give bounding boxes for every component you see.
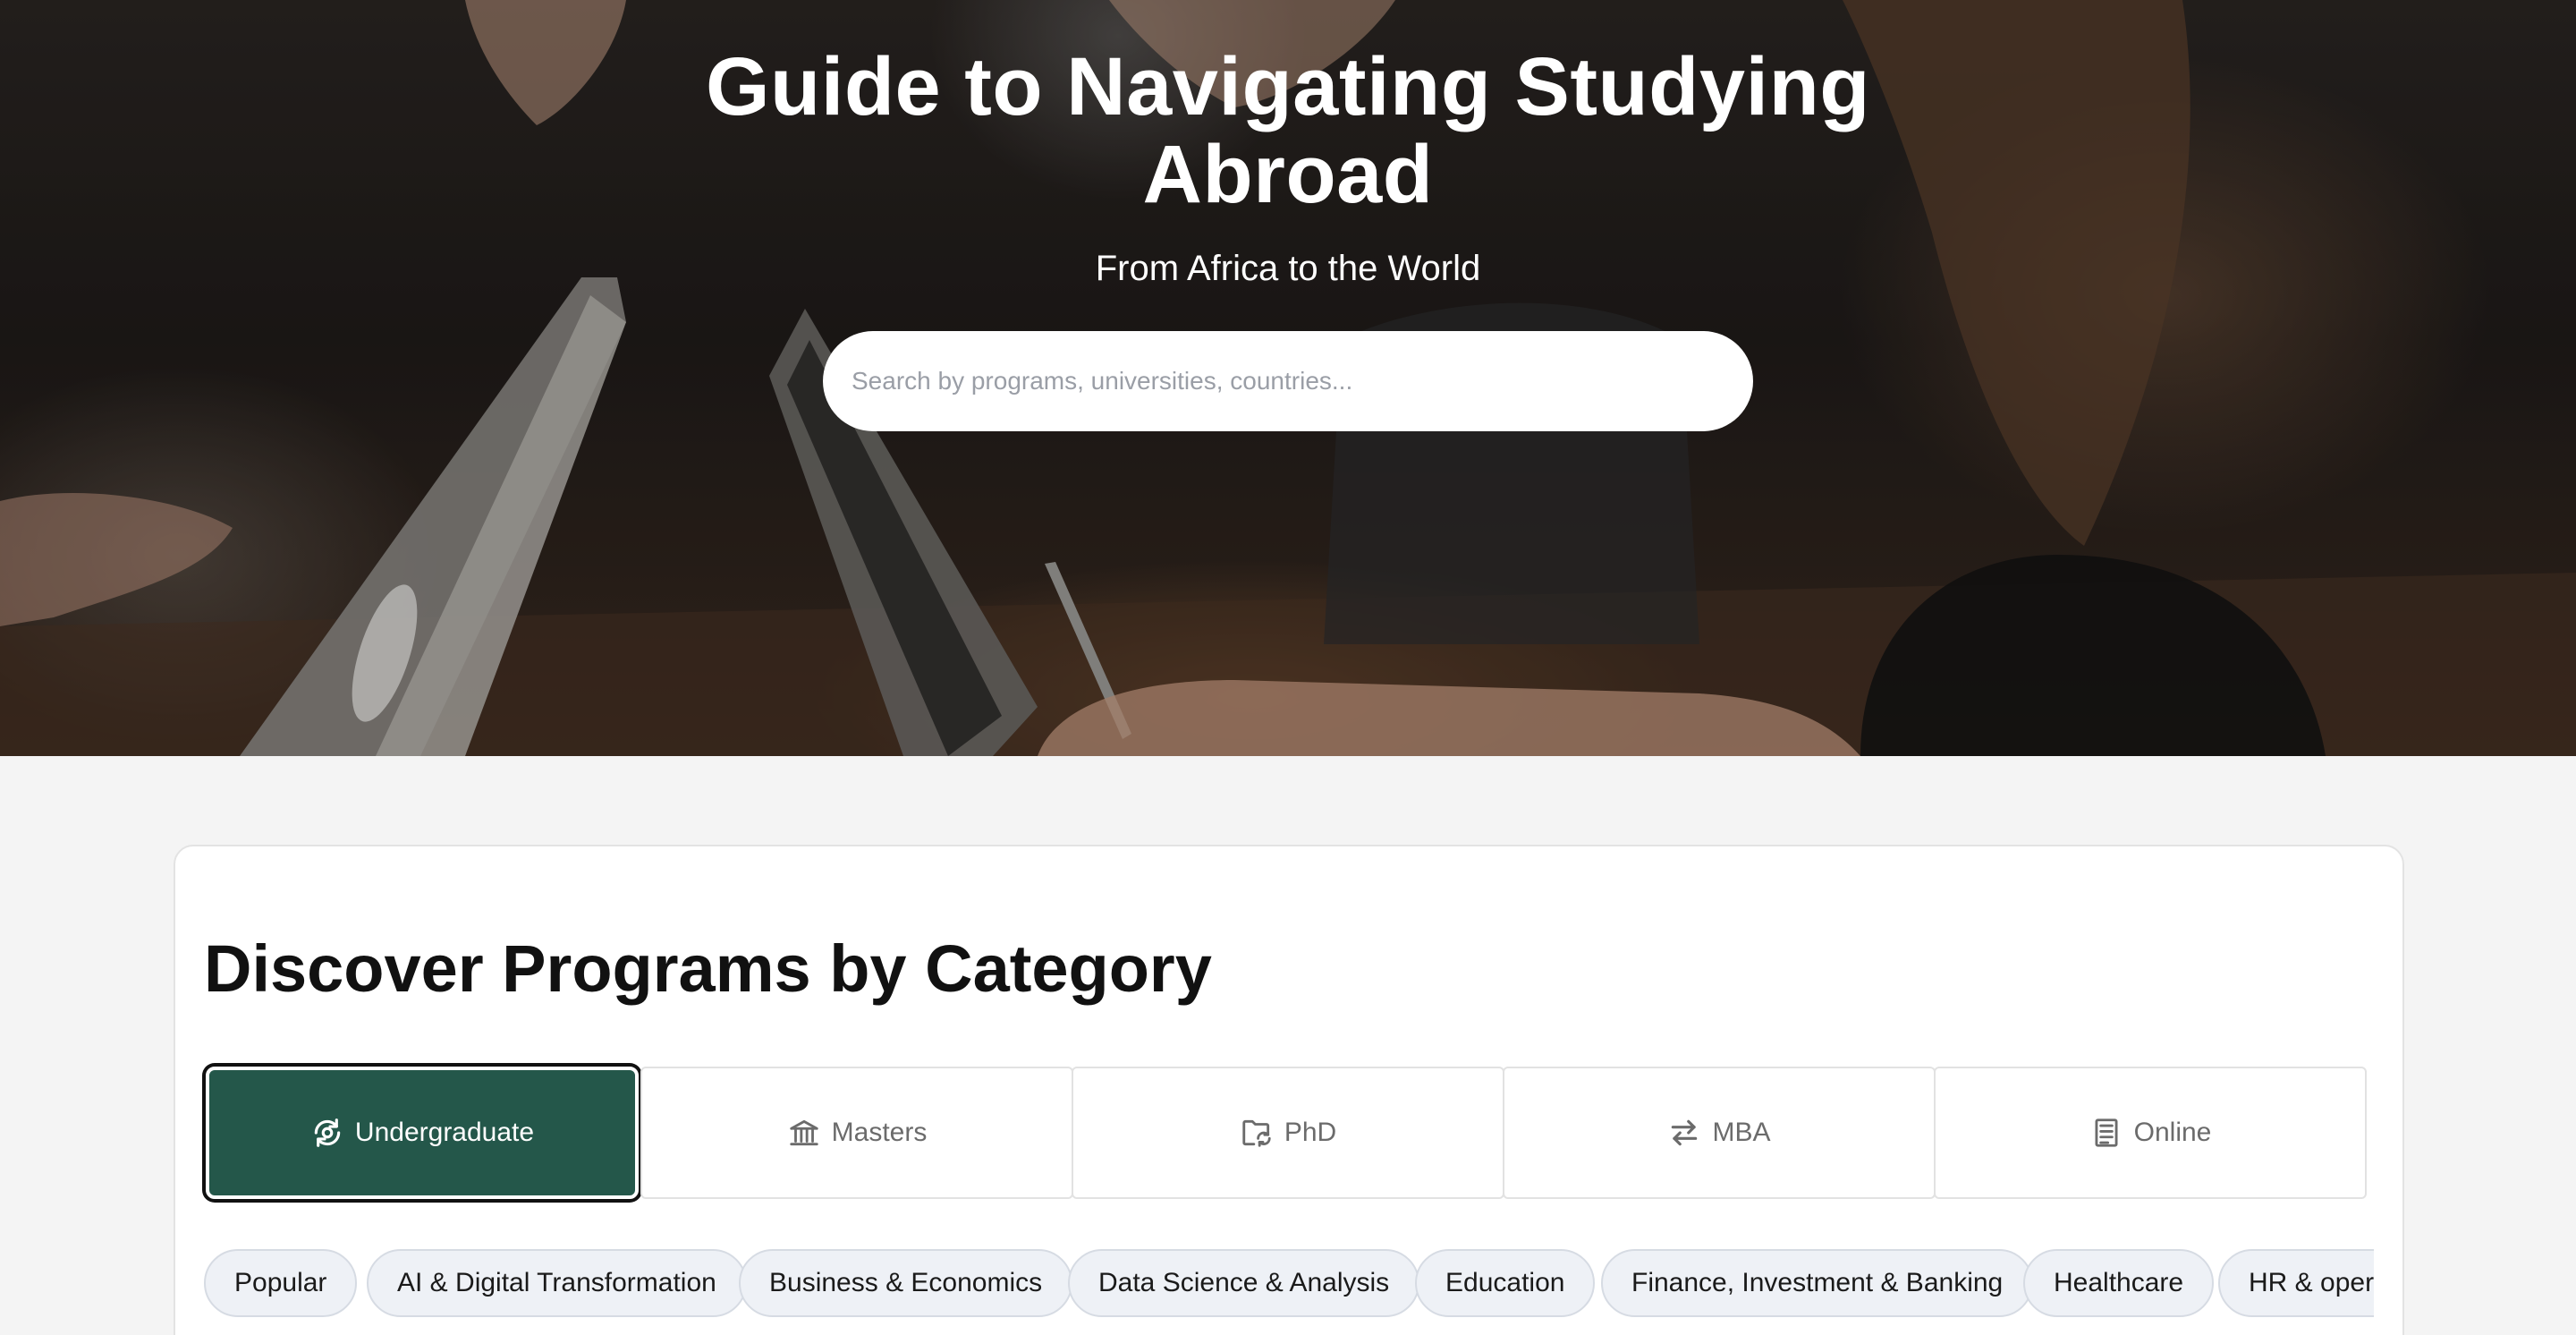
tab-online[interactable]: Online [1934, 1067, 2367, 1199]
chip-hr-operations[interactable]: HR & operations [2218, 1249, 2374, 1317]
tab-label: MBA [1712, 1118, 1771, 1147]
chip-healthcare[interactable]: Healthcare [2023, 1249, 2215, 1317]
tab-masters[interactable]: Masters [640, 1067, 1073, 1199]
section-title: Discover Programs by Category [204, 931, 1212, 1006]
tab-mba[interactable]: MBA [1503, 1067, 1936, 1199]
search-input[interactable] [823, 331, 1753, 431]
refresh-icon [314, 1118, 341, 1147]
tab-label: Online [2133, 1118, 2212, 1147]
hero-subtitle: From Africa to the World [1095, 249, 1481, 288]
folder-sync-icon [1242, 1119, 1271, 1147]
hero-banner: Guide to Navigating Studying Abroad From… [0, 0, 2576, 756]
tab-label: PhD [1284, 1118, 1337, 1147]
tab-label: Masters [831, 1118, 928, 1147]
chip-finance[interactable]: Finance, Investment & Banking [1601, 1249, 2034, 1317]
bank-icon [789, 1119, 818, 1146]
program-level-tabs: Undergraduate Masters PhD MBA Online [206, 1067, 2376, 1199]
chip-ai-digital[interactable]: AI & Digital Transformation [367, 1249, 747, 1317]
category-card: Discover Programs by Category Undergradu… [174, 845, 2404, 1335]
document-icon [2095, 1118, 2118, 1147]
chip-education[interactable]: Education [1415, 1249, 1596, 1317]
hero-title: Guide to Navigating Studying Abroad [706, 41, 1870, 220]
chip-popular[interactable]: Popular [204, 1249, 358, 1317]
chip-data-science[interactable]: Data Science & Analysis [1068, 1249, 1420, 1317]
tab-label: Undergraduate [354, 1118, 535, 1147]
arrows-exchange-icon [1672, 1119, 1698, 1146]
tab-undergraduate[interactable]: Undergraduate [206, 1067, 639, 1199]
chip-business-economics[interactable]: Business & Economics [739, 1249, 1073, 1317]
tab-phd[interactable]: PhD [1072, 1067, 1504, 1199]
subcategory-chips: Popular AI & Digital Transformation Busi… [204, 1249, 2374, 1321]
